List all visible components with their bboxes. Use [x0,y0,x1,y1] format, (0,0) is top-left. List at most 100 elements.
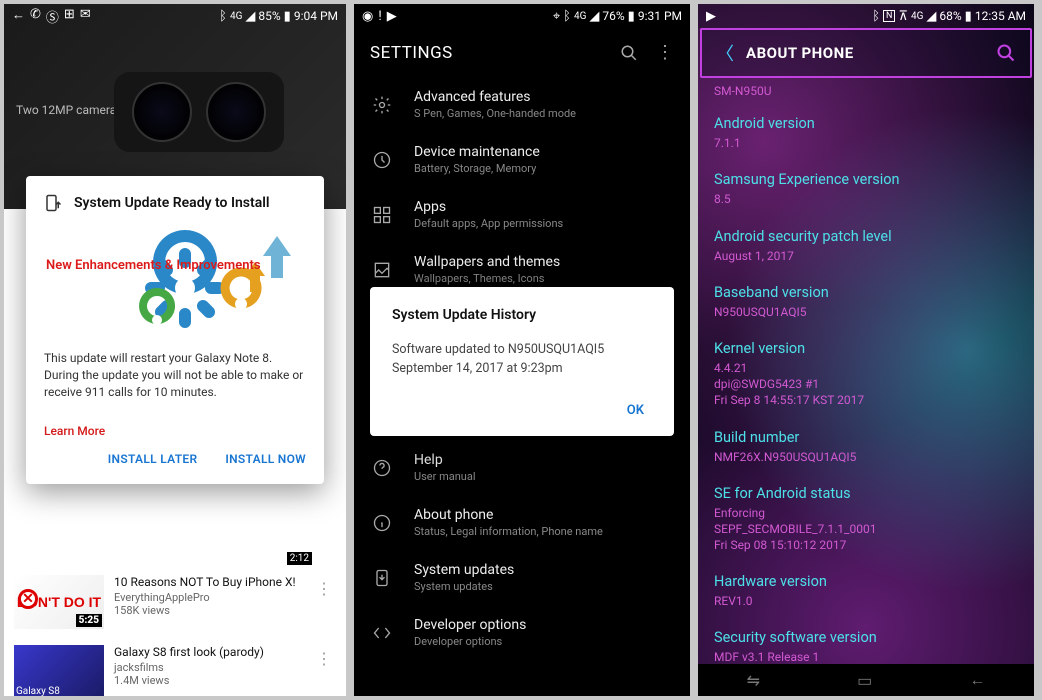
recents-icon[interactable]: ⇋ [747,671,760,690]
about-item[interactable]: Build number NMF26X.N950USQU1AQI5 [714,419,1018,475]
about-title: ABOUT PHONE [746,44,996,62]
truncated-value: SM-N950U [714,83,1018,99]
search-icon[interactable] [620,44,638,62]
settings-item-sub: Developer options [414,635,674,648]
network-icon: 4G [574,11,586,22]
notification-icon: ! [378,9,381,24]
more-icon[interactable]: ⋮ [312,645,336,672]
about-item-label: Build number [714,429,1018,446]
search-icon[interactable] [996,43,1016,63]
settings-item[interactable]: Developer options Developer options [362,605,682,660]
about-item-value: EnforcingSEPF_SECMOBILE_7.1.1_0001Fri Se… [714,505,1018,554]
settings-item-sub: Battery, Storage, Memory [414,162,674,175]
about-item[interactable]: Android version 7.1.1 [714,105,1018,161]
about-item-value: REV1.0 [714,593,1018,609]
bluetooth-icon: ᛒ [563,9,571,24]
settings-item[interactable]: System updatesSystem updates [362,550,682,605]
more-icon[interactable]: ⋮ [312,575,336,602]
help-icon [370,458,394,478]
play-icon: ▶ [387,9,397,24]
about-item-label: Hardware version [714,573,1018,590]
status-time: 9:31 PM [638,9,682,23]
settings-item-sub: User manual [414,470,674,483]
back-icon: ← [12,7,25,26]
about-item[interactable]: Android security patch level August 1, 20… [714,218,1018,274]
camera-lens [132,82,192,142]
about-item[interactable]: Kernel version 4.4.21dpi@SWDG5423 #1Fri S… [714,330,1018,419]
dialog-title: System Update Ready to Install [74,195,270,211]
settings-item-label: Wallpapers and themes [414,254,674,270]
settings-item-label: Device maintenance [414,144,674,160]
maintenance-icon [370,150,394,170]
battery-icon: ▮ [628,9,635,24]
signal-icon: ◢ [926,9,936,24]
video-thumbnail: Galaxy S8 [14,645,104,696]
status-bar: ▶ ᛒ N ⊼ 4G ◢ 68% ▮ 12:35 AM [698,4,1034,28]
settings-item-sub: S Pen, Games, One-handed mode [414,107,674,120]
settings-item-label: About phone [414,507,674,523]
video-duration: 5:25 [76,614,102,627]
settings-item[interactable]: About phone Status, Legal information, Ph… [362,495,682,550]
phone-icon: ✆ [30,7,41,26]
update-icon [370,568,394,588]
install-now-button[interactable]: INSTALL NOW [225,452,306,466]
status-time: 12:35 AM [975,9,1026,23]
illustration-text: New Enhancements & Improvements [46,258,261,274]
settings-item-label: System updates [414,562,674,578]
settings-item[interactable]: Device maintenance Battery, Storage, Memo… [362,132,682,187]
about-item-label: Kernel version [714,340,1018,357]
battery-percent: 76% [602,9,624,23]
about-item-label: Android security patch level [714,228,1018,245]
network-icon: 4G [230,11,242,22]
camera-lens [206,82,266,142]
settings-item[interactable]: Apps Default apps, App permissions [362,187,682,242]
video-title: Galaxy S8 first look (parody) [114,645,302,659]
about-item-value: 4.4.21dpi@SWDG5423 #1Fri Sep 8 14:55:17 … [714,360,1018,409]
status-bar: ← ✆ Ⓢ ⊞ ✉ ᛒ 4G ◢ 85% ▮ 9:04 PM [4,4,346,28]
update-history-dialog: System Update History Software updated t… [370,287,674,436]
learn-more-link[interactable]: Learn More [44,424,306,438]
settings-item-label: Help [414,452,674,468]
dialog-body: This update will restart your Galaxy Not… [44,350,306,400]
settings-title: SETTINGS [370,43,620,63]
navigation-bar: ⇋ ▭ ← [698,664,1034,696]
about-item[interactable]: SE for Android statusEnforcingSEPF_SECMO… [714,475,1018,564]
about-item-value: NMF26X.N950USQU1AQI5 [714,449,1018,465]
battery-icon: ▮ [284,9,291,24]
more-icon[interactable]: ⋮ [656,42,674,63]
about-item[interactable]: Samsung Experience version8.5 [714,161,1018,217]
settings-item-sub: Status, Legal information, Phone name [414,525,674,538]
notification-icon: ◉ [362,9,373,24]
about-item-value: 7.1.1 [714,135,1018,151]
wifi-icon: ⊼ [898,9,908,24]
skype-icon: Ⓢ [46,7,59,26]
settings-item-label: Developer options [414,617,674,633]
screenshot-about-phone: ▶ ᛒ N ⊼ 4G ◢ 68% ▮ 12:35 AM 〈 ABOUT PHON… [698,4,1034,696]
video-item[interactable]: Galaxy S8 Galaxy S8 first look (parody) … [4,637,346,696]
signal-icon: ◢ [589,9,599,24]
battery-icon: ▮ [965,9,972,24]
about-item[interactable]: Hardware version REV1.0 [714,563,1018,619]
update-icon [44,194,62,212]
developer-icon [370,623,394,643]
app-icon: ⊞ [64,7,75,26]
bluetooth-icon: ᛒ [872,9,880,24]
install-later-button[interactable]: INSTALL LATER [108,452,198,466]
location-icon: ⌖ [553,9,560,24]
ok-button[interactable]: OK [619,397,652,424]
network-icon: 4G [911,11,923,22]
about-item-value: August 1, 2017 [714,248,1018,264]
settings-item[interactable]: Help User manual [362,440,682,495]
settings-item-sub: Default apps, App permissions [414,217,674,230]
dialog-line: Software updated to N950USQU1AQI5 [392,341,652,360]
video-views: 158K views [114,604,302,617]
home-icon[interactable]: ▭ [857,671,872,690]
settings-item[interactable]: Advanced featuresS Pen, Games, One-hande… [362,77,682,132]
video-item[interactable]: ✕ DON'T DO IT 5:25 10 Reasons NOT To Buy… [4,567,346,637]
back-icon[interactable]: 〈 [716,40,734,66]
about-item-value: N950USQU1AQI5 [714,304,1018,320]
settings-item-label: Apps [414,199,674,215]
about-item-label: Android version [714,115,1018,132]
back-icon[interactable]: ← [969,670,985,690]
about-item[interactable]: Baseband versionN950USQU1AQI5 [714,274,1018,330]
